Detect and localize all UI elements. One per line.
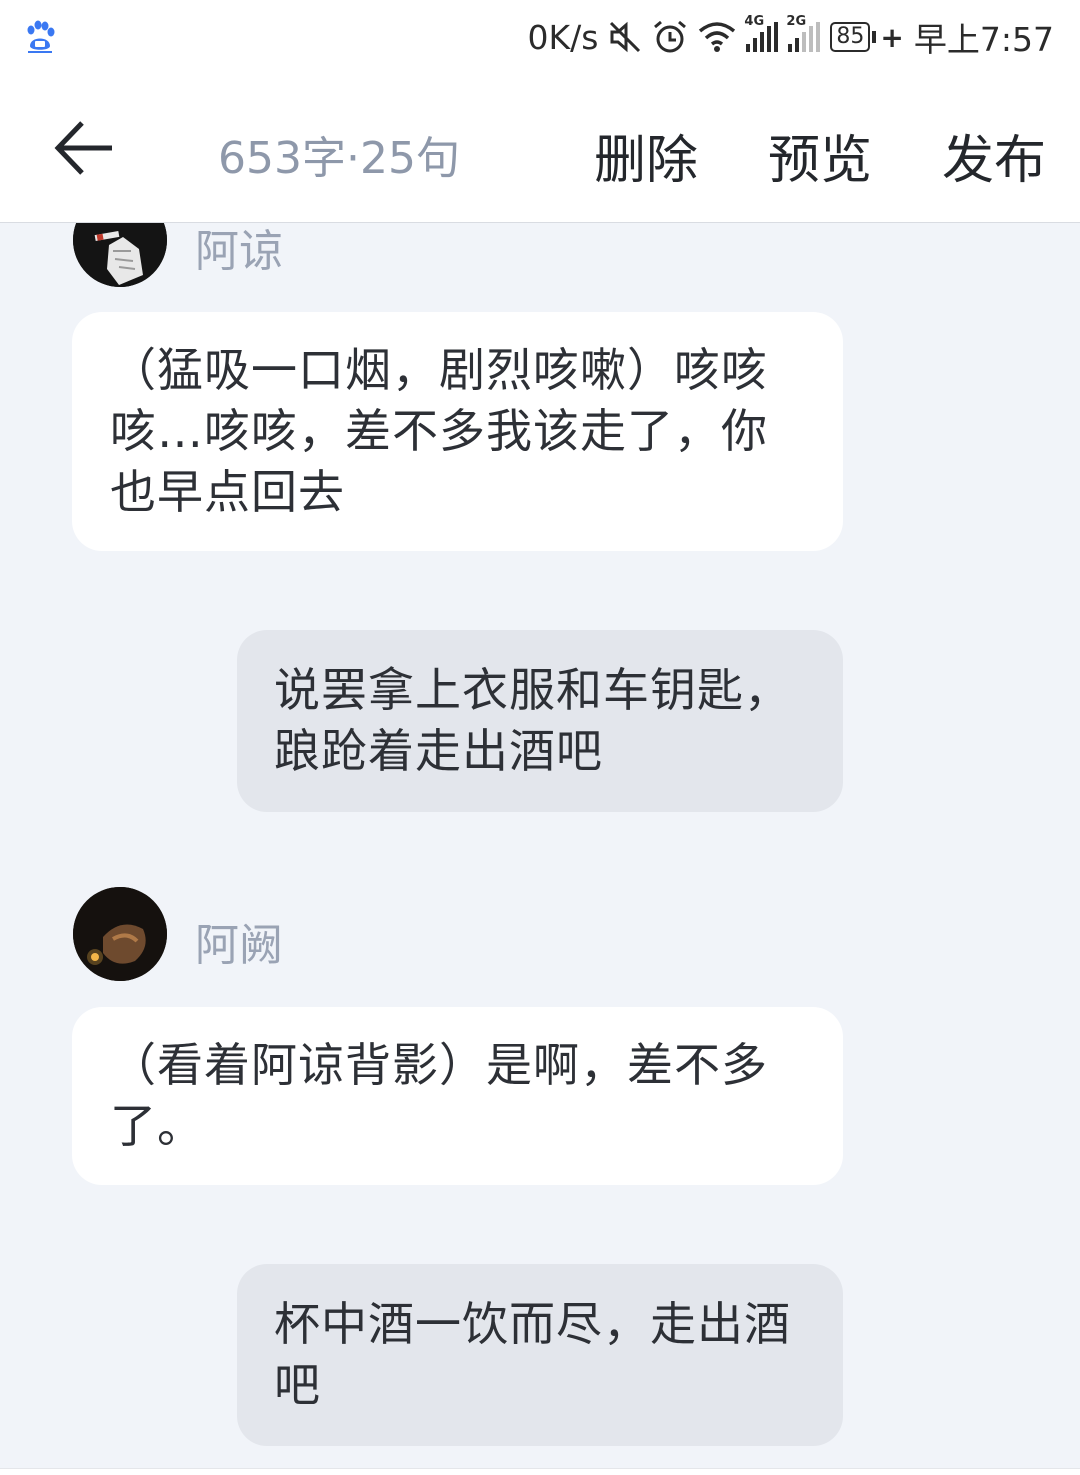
battery-icon: 85 + [830, 20, 904, 54]
dialogue-editor[interactable]: 阿谅 （猛吸一口烟，剧烈咳嗽）咳咳咳…咳咳，差不多我该走了，你也早点回去 说罢拿… [0, 223, 1080, 1475]
delete-button[interactable]: 删除 [594, 118, 698, 193]
avatar[interactable] [73, 887, 167, 981]
message-bubble-left[interactable]: （看着阿谅背影）是啊，差不多了。 [72, 1007, 843, 1185]
speaker-name: 阿谅 [195, 226, 283, 277]
charging-icon: + [880, 20, 904, 54]
alarm-icon [654, 20, 687, 53]
network-type-label-2: 2G [786, 14, 807, 29]
publish-button[interactable]: 发布 [942, 118, 1046, 193]
network-type-label: 4G [744, 14, 765, 29]
avatar-hand-cigarette-image [73, 223, 167, 287]
signal-4g-icon: 4G [744, 14, 779, 52]
baidu-paw-icon [27, 20, 55, 53]
network-speed: 0K/s [527, 17, 599, 57]
mute-icon [610, 21, 641, 53]
preview-button[interactable]: 预览 [768, 118, 872, 193]
status-bar: 0K/s 4G 2G 85 + 早上7:57 [0, 0, 1080, 78]
speaker-name: 阿阙 [195, 920, 283, 971]
arrow-left-icon[interactable] [52, 118, 116, 182]
message-bubble-left[interactable]: （猛吸一口烟，剧烈咳嗽）咳咳咳…咳咳，差不多我该走了，你也早点回去 [72, 312, 843, 551]
bottom-divider [0, 1468, 1080, 1475]
editor-toolbar: 653字·25句 删除 预览 发布 [0, 78, 1080, 223]
avatar[interactable] [73, 223, 167, 287]
battery-level: 85 [830, 22, 871, 52]
wifi-icon [699, 22, 736, 52]
avatar-dark-portrait-image [73, 887, 167, 981]
signal-2g-icon: 2G [786, 14, 821, 52]
narration-bubble[interactable]: 杯中酒一饮而尽，走出酒吧 [237, 1264, 843, 1446]
word-sentence-count: 653字·25句 [218, 133, 460, 184]
narration-bubble[interactable]: 说罢拿上衣服和车钥匙，踉跄着走出酒吧 [237, 630, 843, 812]
clock: 早上7:57 [913, 20, 1054, 59]
